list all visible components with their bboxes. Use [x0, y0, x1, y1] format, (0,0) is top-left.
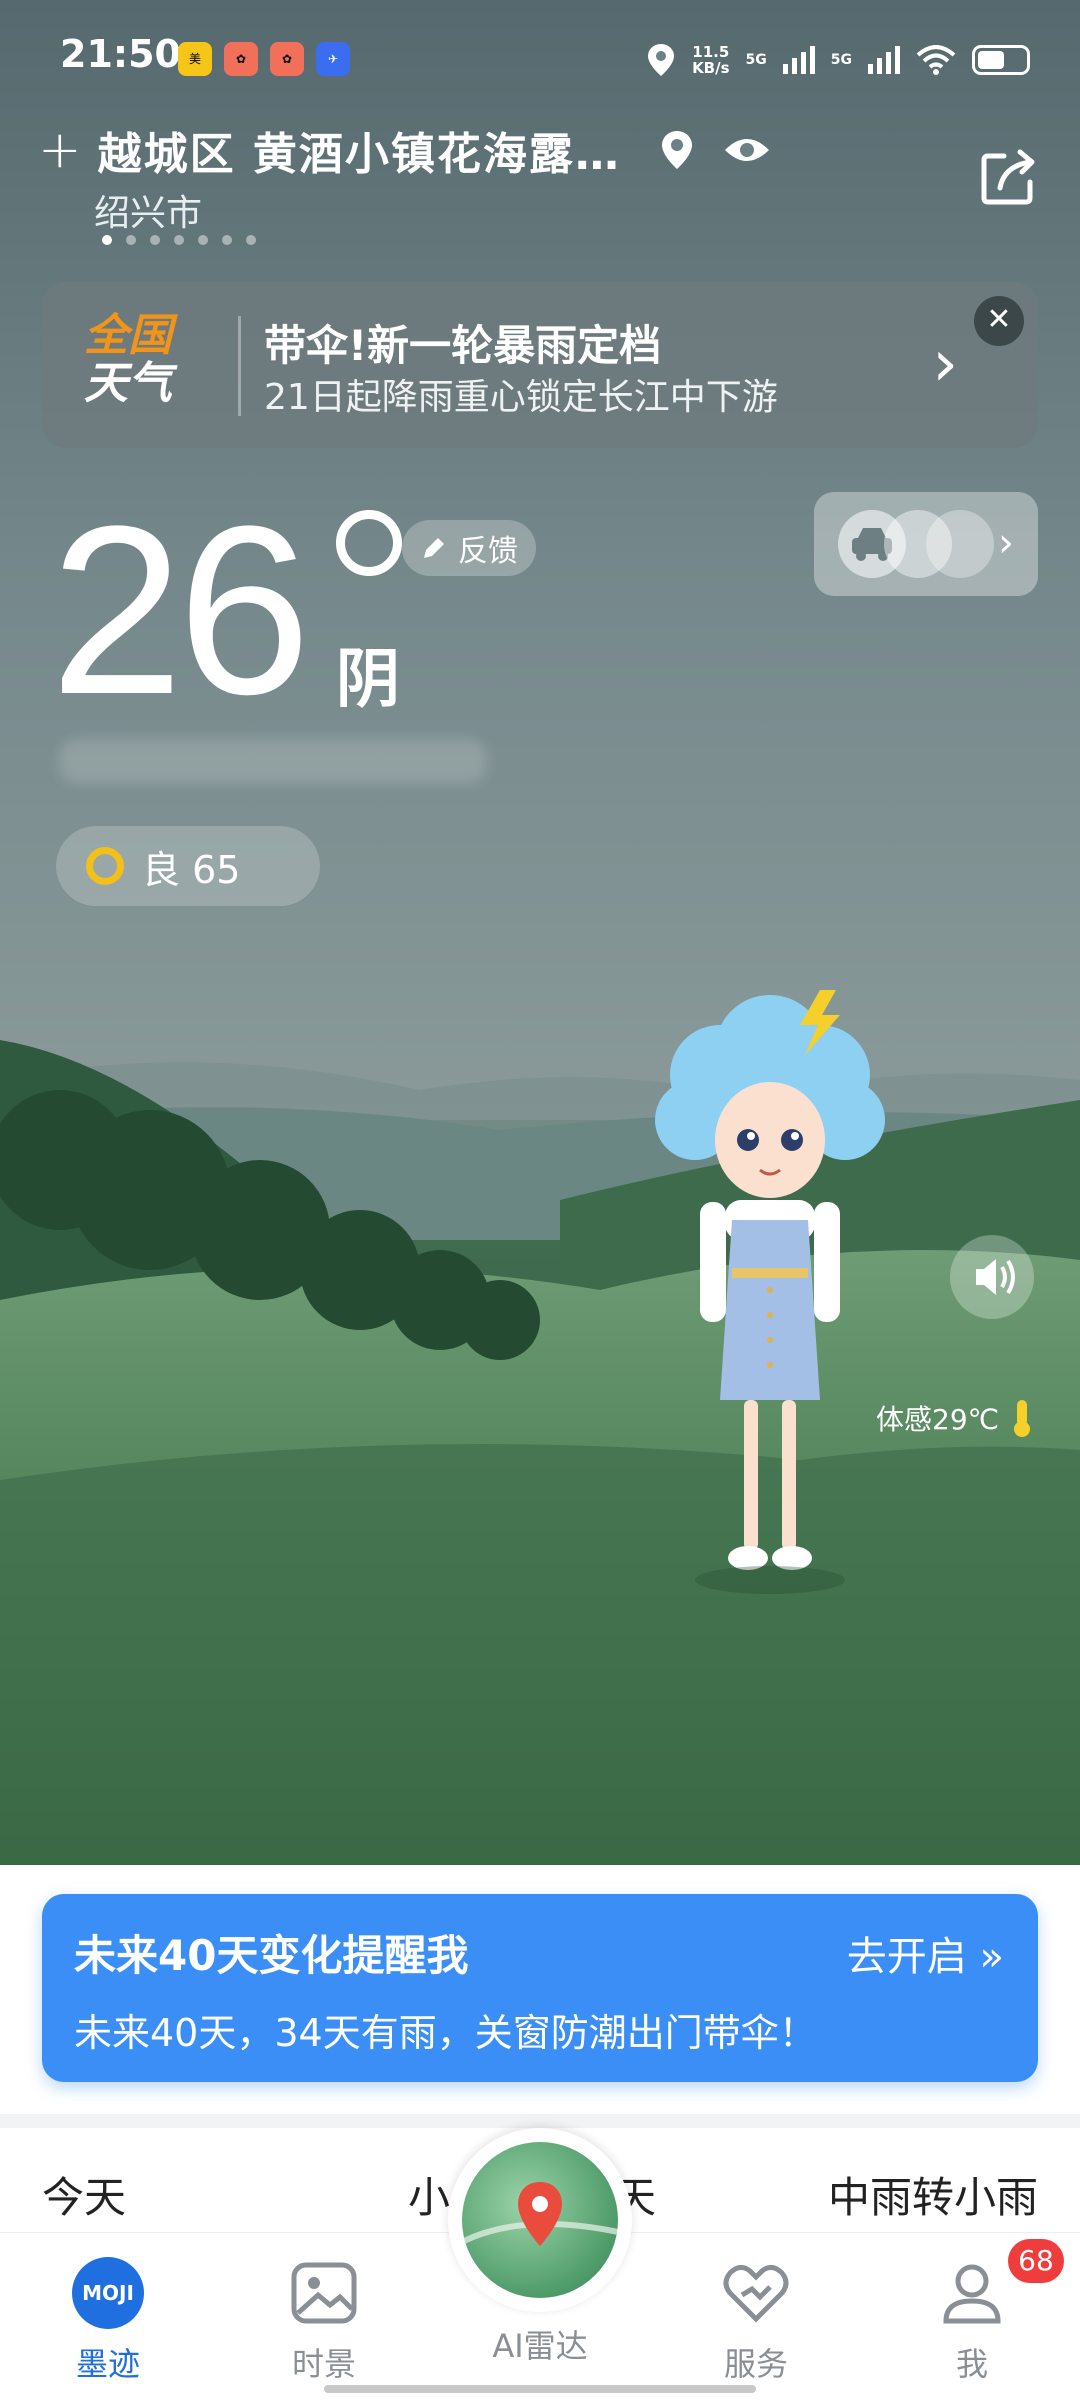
eye-icon[interactable] [723, 134, 771, 166]
umbrella-icon [926, 510, 994, 578]
radar-map-icon [462, 2142, 618, 2298]
nav-item-ai-radar[interactable]: AI雷达 [480, 2321, 600, 2367]
pencil-icon [424, 538, 444, 558]
page-dot [174, 235, 184, 245]
national-weather-logo: 全国 天气 [84, 310, 172, 409]
banner-subtitle: 21日起降雨重心锁定长江中下游 [264, 377, 778, 418]
nav-item-services[interactable]: 服务 [696, 2257, 816, 2385]
heart-icon [720, 2257, 792, 2329]
signal-bars-icon-2 [868, 46, 900, 74]
nav-item-moji[interactable]: MOJI 墨迹 [48, 2257, 168, 2385]
enable-reminder-link[interactable]: 去开启 » [847, 1924, 1004, 1982]
app-icon-1: ✿ [224, 42, 258, 76]
thermometer-icon [1014, 1400, 1031, 1437]
reminder-title: 未来40天变化提醒我 [74, 1931, 469, 1980]
nav-label: 我 [955, 2345, 988, 2383]
signal-5g-2: 5G [830, 52, 852, 68]
section-separator [0, 2114, 1080, 2128]
location-header: + 越城区 黄酒小镇花海露… [38, 118, 771, 182]
life-index-card[interactable]: › [814, 492, 1038, 596]
weather-condition: 阴 [336, 643, 400, 717]
page-dot [102, 235, 112, 245]
today-label: 今天 [42, 2173, 127, 2222]
aqi-label: 良 65 [142, 847, 241, 892]
chevron-right-icon: › [932, 327, 958, 401]
city-page-dots [102, 235, 256, 245]
sound-button[interactable] [950, 1235, 1034, 1319]
app-icon-2: ✿ [270, 42, 304, 76]
clock: 21:50 [60, 32, 181, 76]
user-icon [936, 2257, 1008, 2329]
city-name: 绍兴市 [94, 193, 203, 234]
feedback-label: 反馈 [458, 534, 518, 569]
nav-label: 服务 [723, 2345, 788, 2383]
speaker-icon [976, 1259, 1015, 1295]
feels-like-label: 体感29℃ [876, 1403, 1000, 1436]
page-dot [150, 235, 160, 245]
banner-title: 带伞!新一轮暴雨定档 [264, 321, 662, 370]
forecast-middle-left: 小 [408, 2173, 451, 2222]
signal-bars-icon [782, 46, 815, 74]
air-quality-pill[interactable]: 良 65 [56, 826, 320, 906]
weather-alert-banner[interactable]: 全国 天气 带伞!新一轮暴雨定档 21日起降雨重心锁定长江中下游 › ✕ [42, 282, 1038, 448]
page-dot [126, 235, 136, 245]
feedback-button[interactable]: 反馈 [402, 520, 536, 576]
blurred-summary-text [58, 738, 488, 784]
aqi-ring-icon [86, 847, 124, 885]
notification-badge: 68 [1008, 2239, 1064, 2283]
double-chevron-icon: » [979, 1934, 1004, 1980]
location-name[interactable]: 越城区 黄酒小镇花海露… [98, 118, 621, 182]
reminder-subtitle: 未来40天，34天有雨，关窗防潮出门带伞！ [74, 2011, 817, 2055]
net-speed: 11.5 KB/s [692, 43, 730, 77]
forty-day-reminder-card[interactable]: 未来40天变化提醒我 去开启 » 未来40天，34天有雨，关窗防潮出门带伞！ [42, 1894, 1038, 2082]
page-dot [246, 235, 256, 245]
page-dot [198, 235, 208, 245]
add-city-button[interactable]: + [38, 124, 82, 176]
landscape-background [0, 0, 1080, 1865]
page-dot [222, 235, 232, 245]
share-icon[interactable] [978, 148, 1038, 208]
photo-icon [288, 2257, 360, 2329]
current-temperature: 26 [50, 476, 311, 744]
home-indicator [324, 2385, 756, 2393]
degree-symbol [336, 510, 402, 576]
close-banner-button[interactable]: ✕ [974, 296, 1024, 346]
location-pin-icon[interactable] [659, 128, 695, 172]
ai-radar-button[interactable] [448, 2128, 632, 2312]
signal-5g-1: 5G [745, 52, 767, 68]
nav-label: AI雷达 [492, 2327, 588, 2365]
meituan-icon: 美 [178, 42, 212, 76]
location-pin-icon [648, 44, 675, 76]
app-icon-3: ✈ [316, 42, 350, 76]
chevron-right-icon: › [998, 520, 1014, 566]
nav-label: 时景 [291, 2345, 356, 2383]
battery-icon [972, 45, 1030, 75]
moji-logo-icon: MOJI [72, 2257, 144, 2329]
forecast-condition: 中雨转小雨 [827, 2173, 1038, 2222]
status-bar: 21:50 美 ✿ ✿ ✈ 11.5 KB/s 5G 5G [60, 30, 1030, 90]
weather-hero [0, 0, 1080, 1865]
weather-avatar-character[interactable] [640, 980, 900, 1620]
wifi-icon [916, 45, 956, 75]
nav-item-scenery[interactable]: 时景 [264, 2257, 384, 2385]
nav-label: 墨迹 [75, 2345, 140, 2383]
feels-like: 体感29℃ [876, 1398, 1037, 1438]
banner-divider [238, 316, 241, 416]
